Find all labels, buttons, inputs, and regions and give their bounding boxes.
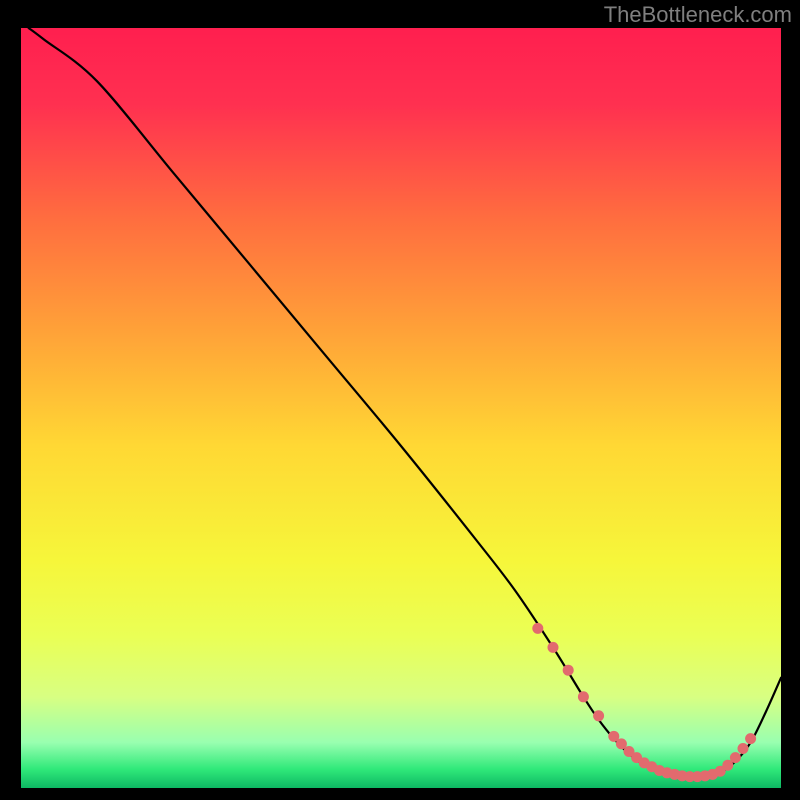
marker-dot <box>730 752 741 763</box>
gradient-background <box>21 28 781 788</box>
chart-frame: TheBottleneck.com <box>0 0 800 800</box>
marker-dot <box>532 623 543 634</box>
marker-dot <box>578 691 589 702</box>
marker-dot <box>548 642 559 653</box>
marker-dot <box>738 743 749 754</box>
watermark-text: TheBottleneck.com <box>604 2 792 28</box>
marker-dot <box>745 733 756 744</box>
chart-plot-area <box>21 28 781 788</box>
marker-dot <box>563 665 574 676</box>
marker-dot <box>593 710 604 721</box>
chart-svg <box>21 28 781 788</box>
